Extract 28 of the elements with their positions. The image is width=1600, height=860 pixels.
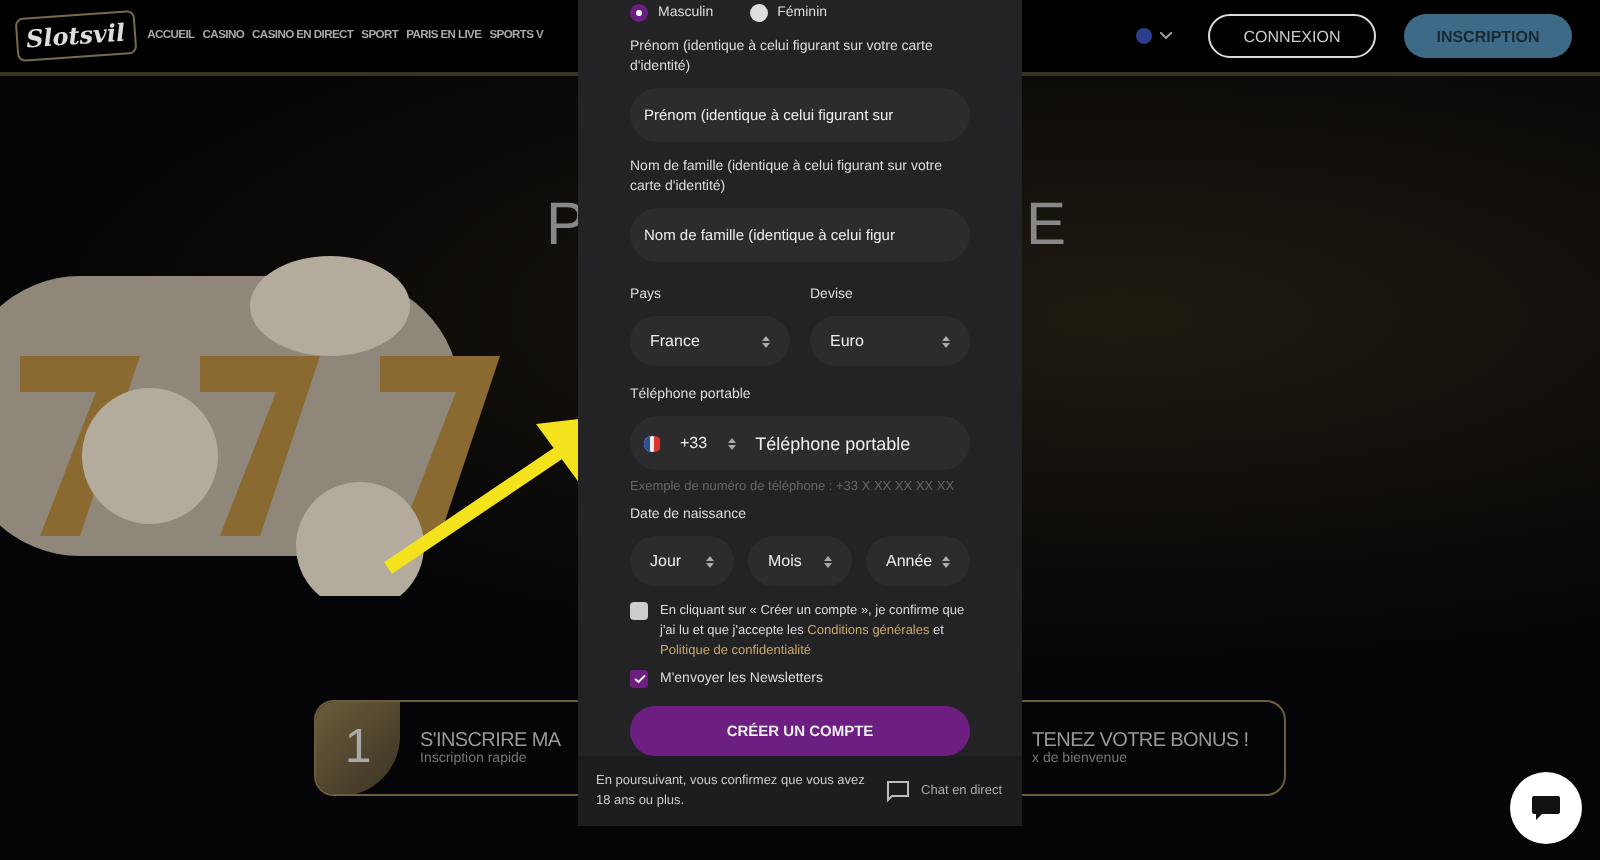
chevron-down-icon[interactable]	[1160, 32, 1172, 40]
country-select[interactable]: France	[630, 316, 790, 366]
date-select[interactable]: Mois	[748, 536, 852, 586]
checkbox[interactable]	[630, 670, 648, 688]
country-code-select[interactable]: +33	[680, 434, 708, 452]
currency-select[interactable]: Euro	[810, 316, 970, 366]
logo[interactable]: Slotsvil	[14, 9, 137, 63]
chat-icon	[885, 780, 910, 802]
login-button[interactable]: CONNEXION	[1208, 14, 1376, 58]
step-title: TENEZ VOTRE BONUS !	[1032, 730, 1249, 752]
chat-button[interactable]	[1510, 772, 1582, 844]
radio-button[interactable]	[630, 4, 648, 22]
date-select[interactable]: Jour	[630, 536, 734, 586]
hero-title: E	[1026, 192, 1071, 260]
sort-arrows-icon	[727, 437, 736, 449]
sort-arrows-icon	[942, 335, 950, 347]
sort-arrows-icon	[942, 555, 950, 567]
radio-button[interactable]	[749, 4, 768, 22]
step-number: 1	[316, 702, 400, 794]
phone-placeholder: Téléphone portable	[755, 433, 911, 453]
chat-icon	[1530, 794, 1562, 822]
sort-arrows-icon	[762, 335, 770, 347]
checkbox[interactable]	[630, 602, 648, 620]
step-title: S'INSCRIRE MA	[420, 730, 561, 752]
sort-arrows-icon	[706, 555, 714, 567]
phone-field[interactable]: +33 Téléphone portable	[630, 416, 970, 470]
date-select[interactable]: Année	[866, 536, 970, 586]
sort-arrows-icon	[824, 555, 832, 567]
